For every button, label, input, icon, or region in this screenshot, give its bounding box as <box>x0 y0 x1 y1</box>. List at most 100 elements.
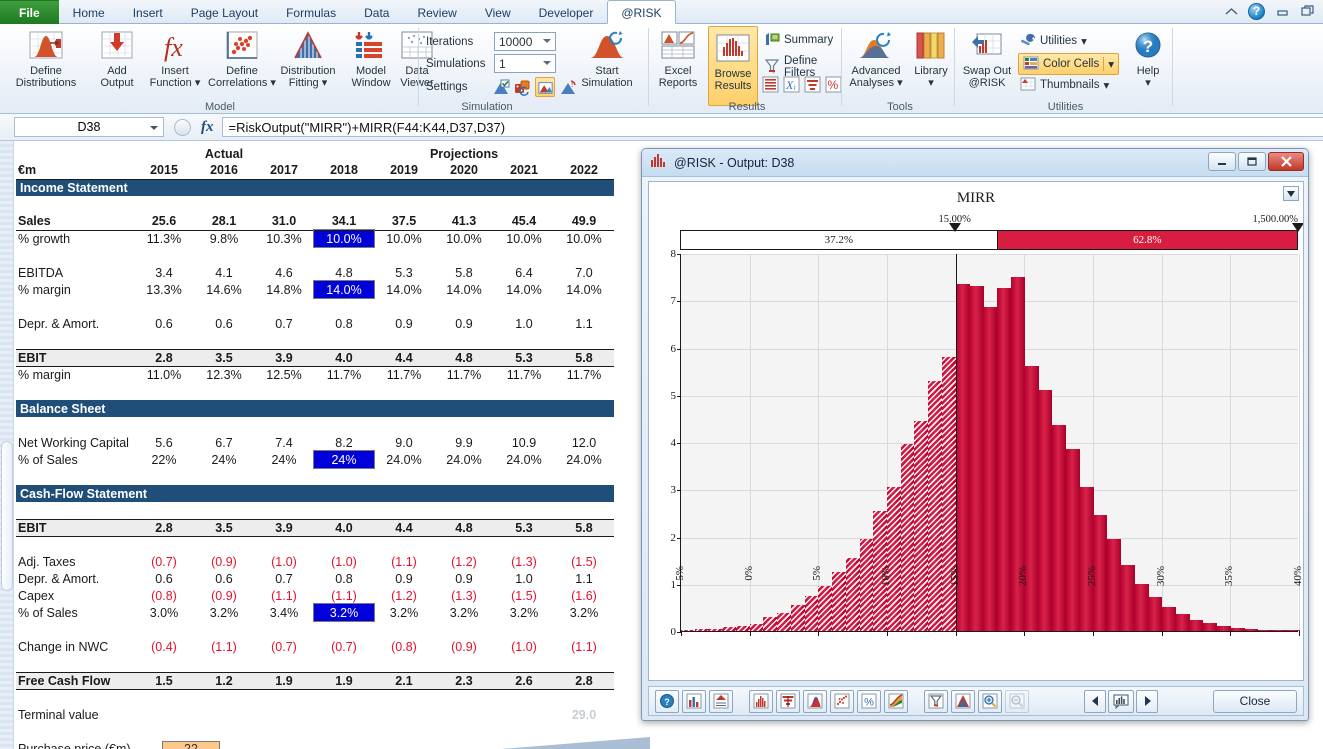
demo-mode-icon[interactable] <box>535 77 555 97</box>
define-distributions-button[interactable]: DefineDistributions <box>15 28 77 89</box>
help-icon[interactable]: ? <box>1248 3 1265 20</box>
input-cell-sales-growth-2018[interactable]: 10.0% <box>314 230 374 247</box>
utilities-button[interactable]: Utilities ▾ <box>1020 33 1087 49</box>
terminal-value-2022[interactable]: 29.0 <box>554 706 614 723</box>
filter-icon[interactable] <box>924 690 948 713</box>
zoom-in-icon[interactable] <box>978 690 1002 713</box>
simulation-settings-icon[interactable] <box>493 79 509 95</box>
start-simulation-button[interactable]: StartSimulation <box>572 28 642 89</box>
ribbon-tab-developer[interactable]: Developer <box>525 0 608 24</box>
collapse-ribbon-icon[interactable] <box>1222 2 1240 20</box>
ribbon-tab-risk[interactable]: @RISK <box>607 0 675 24</box>
input-cell-capex-pct-2018[interactable]: 3.2% <box>314 604 374 621</box>
chevron-down-icon[interactable]: ▾ <box>1081 34 1087 48</box>
probability-band-right: 62.8% <box>997 231 1297 249</box>
probability-band-left: 37.2% <box>681 231 997 249</box>
add-output-button[interactable]: AddOutput <box>86 28 148 89</box>
trend-icon[interactable] <box>884 690 908 713</box>
ribbon-tab-label: Home <box>73 6 105 20</box>
random-seed-icon[interactable] <box>514 79 530 95</box>
ribbon-tab-review[interactable]: Review <box>403 0 470 24</box>
chevron-down-icon[interactable] <box>543 39 551 43</box>
area-chart-icon[interactable] <box>803 690 827 713</box>
risk-output-window: @RISK - Output: D38 MIRR 37.2 <box>641 148 1309 721</box>
zoom-out-icon[interactable] <box>1005 690 1029 713</box>
histogram-icon[interactable] <box>749 690 773 713</box>
vertical-scrollbar[interactable] <box>0 141 14 749</box>
delimiter-marker[interactable] <box>949 223 961 232</box>
chevron-down-icon[interactable] <box>150 126 158 130</box>
ribbon-tab-view[interactable]: View <box>471 0 525 24</box>
ribbon-tab-home[interactable]: Home <box>59 0 119 24</box>
ribbon-tab-formulas[interactable]: Formulas <box>272 0 350 24</box>
ribbon-group-label-model: Model <box>10 101 430 113</box>
chart-thumbnail-icon[interactable] <box>1108 690 1134 713</box>
input-cell-nwc-pct-2018[interactable]: 24% <box>314 451 374 468</box>
define-distributions-l2: Distributions <box>16 77 77 89</box>
chevron-down-icon[interactable]: ▾ <box>1103 78 1109 92</box>
prev-icon[interactable] <box>1084 690 1106 713</box>
chevron-down-icon[interactable] <box>543 61 551 65</box>
thumbnails-button[interactable]: Thumbnails ▾ <box>1020 77 1109 93</box>
histogram-bar <box>1189 620 1203 631</box>
ribbon-separator <box>841 28 842 106</box>
chevron-down-icon[interactable]: ▾ <box>928 77 934 89</box>
delimiter-marker[interactable] <box>1292 223 1303 232</box>
risk-minimize-button[interactable] <box>1208 152 1236 171</box>
chevron-down-icon[interactable]: ▾ <box>1145 77 1151 89</box>
restore-icon[interactable] <box>1299 2 1317 20</box>
define-correlations-button[interactable]: DefineCorrelations ▾ <box>206 28 278 89</box>
summary-button[interactable]: Summary <box>764 32 833 48</box>
swap-out-icon <box>958 28 1016 62</box>
cumulative-descending-icon[interactable] <box>776 690 800 713</box>
insert-function-fx-icon[interactable]: fx <box>201 119 214 136</box>
chevron-down-icon[interactable]: ▾ <box>322 77 328 89</box>
excel-reports-button[interactable]: ExcelReports <box>652 28 704 89</box>
ribbon-tab-file[interactable]: File <box>0 0 59 24</box>
input-cell-ebitda-margin-2018[interactable]: 14.0% <box>314 281 374 298</box>
minimize-icon[interactable] <box>1273 2 1291 20</box>
ribbon-tab-insert[interactable]: Insert <box>119 0 177 24</box>
percentile-icon[interactable]: % <box>825 76 841 92</box>
simulations-input[interactable]: 1 <box>494 54 556 73</box>
detailed-statistics-icon[interactable] <box>762 76 778 92</box>
histogram-bar <box>983 307 997 631</box>
chevron-down-icon[interactable]: ▾ <box>195 77 201 89</box>
year-2022: 2022 <box>554 162 614 179</box>
advanced-analyses-button[interactable]: AdvancedAnalyses ▾ <box>845 28 907 89</box>
sort-descending-icon[interactable] <box>804 76 820 92</box>
row-terminal-value: Terminal value 29.0 <box>16 706 614 723</box>
risk-window-titlebar[interactable]: @RISK - Output: D38 <box>642 149 1308 177</box>
distribution-summary-icon[interactable] <box>682 690 706 713</box>
filter-icon <box>764 59 780 75</box>
overlay-icon[interactable] <box>951 690 975 713</box>
iterations-input[interactable]: 10000 <box>494 32 556 51</box>
risk-close-button[interactable] <box>1268 152 1304 171</box>
name-box[interactable]: D38 <box>14 117 164 137</box>
help-icon[interactable]: ? <box>655 690 679 713</box>
next-icon[interactable] <box>1136 690 1158 713</box>
distribution-fitting-button[interactable]: DistributionFitting ▾ <box>272 28 344 89</box>
ribbon-tab-data[interactable]: Data <box>350 0 403 24</box>
help-button[interactable]: ? Help▾ <box>1123 28 1173 89</box>
chart-selector-dropdown[interactable] <box>1283 186 1299 201</box>
report-icon[interactable] <box>709 690 733 713</box>
close-button[interactable]: Close <box>1213 690 1297 713</box>
swap-out-risk-button[interactable]: Swap Out@RISK <box>958 28 1016 89</box>
scrollbar-thumb[interactable] <box>1 441 13 591</box>
expand-formula-bar-button[interactable] <box>174 119 191 136</box>
chevron-down-icon[interactable]: ▾ <box>897 77 903 89</box>
purchase-price-input-cell[interactable]: 22 <box>162 741 220 749</box>
risk-restore-button[interactable] <box>1238 152 1266 171</box>
start-simulation-icon <box>572 28 642 62</box>
chevron-down-icon[interactable]: ▾ <box>1103 57 1114 71</box>
ribbon-tab-page-layout[interactable]: Page Layout <box>177 0 272 24</box>
library-button[interactable]: Library▾ <box>907 28 955 89</box>
percentile-icon[interactable]: % <box>857 690 881 713</box>
formula-input[interactable]: =RiskOutput("MIRR")+MIRR(F44:K44,D37,D37… <box>222 117 1323 137</box>
insert-function-button[interactable]: fx InsertFunction ▾ <box>144 28 206 89</box>
scatter-icon[interactable] <box>830 690 854 713</box>
sensitivity-icon[interactable]: Xi <box>783 76 799 92</box>
browse-results-button[interactable]: BrowseResults <box>708 26 758 106</box>
color-cells-button[interactable]: Color Cells ▾ <box>1018 53 1119 75</box>
